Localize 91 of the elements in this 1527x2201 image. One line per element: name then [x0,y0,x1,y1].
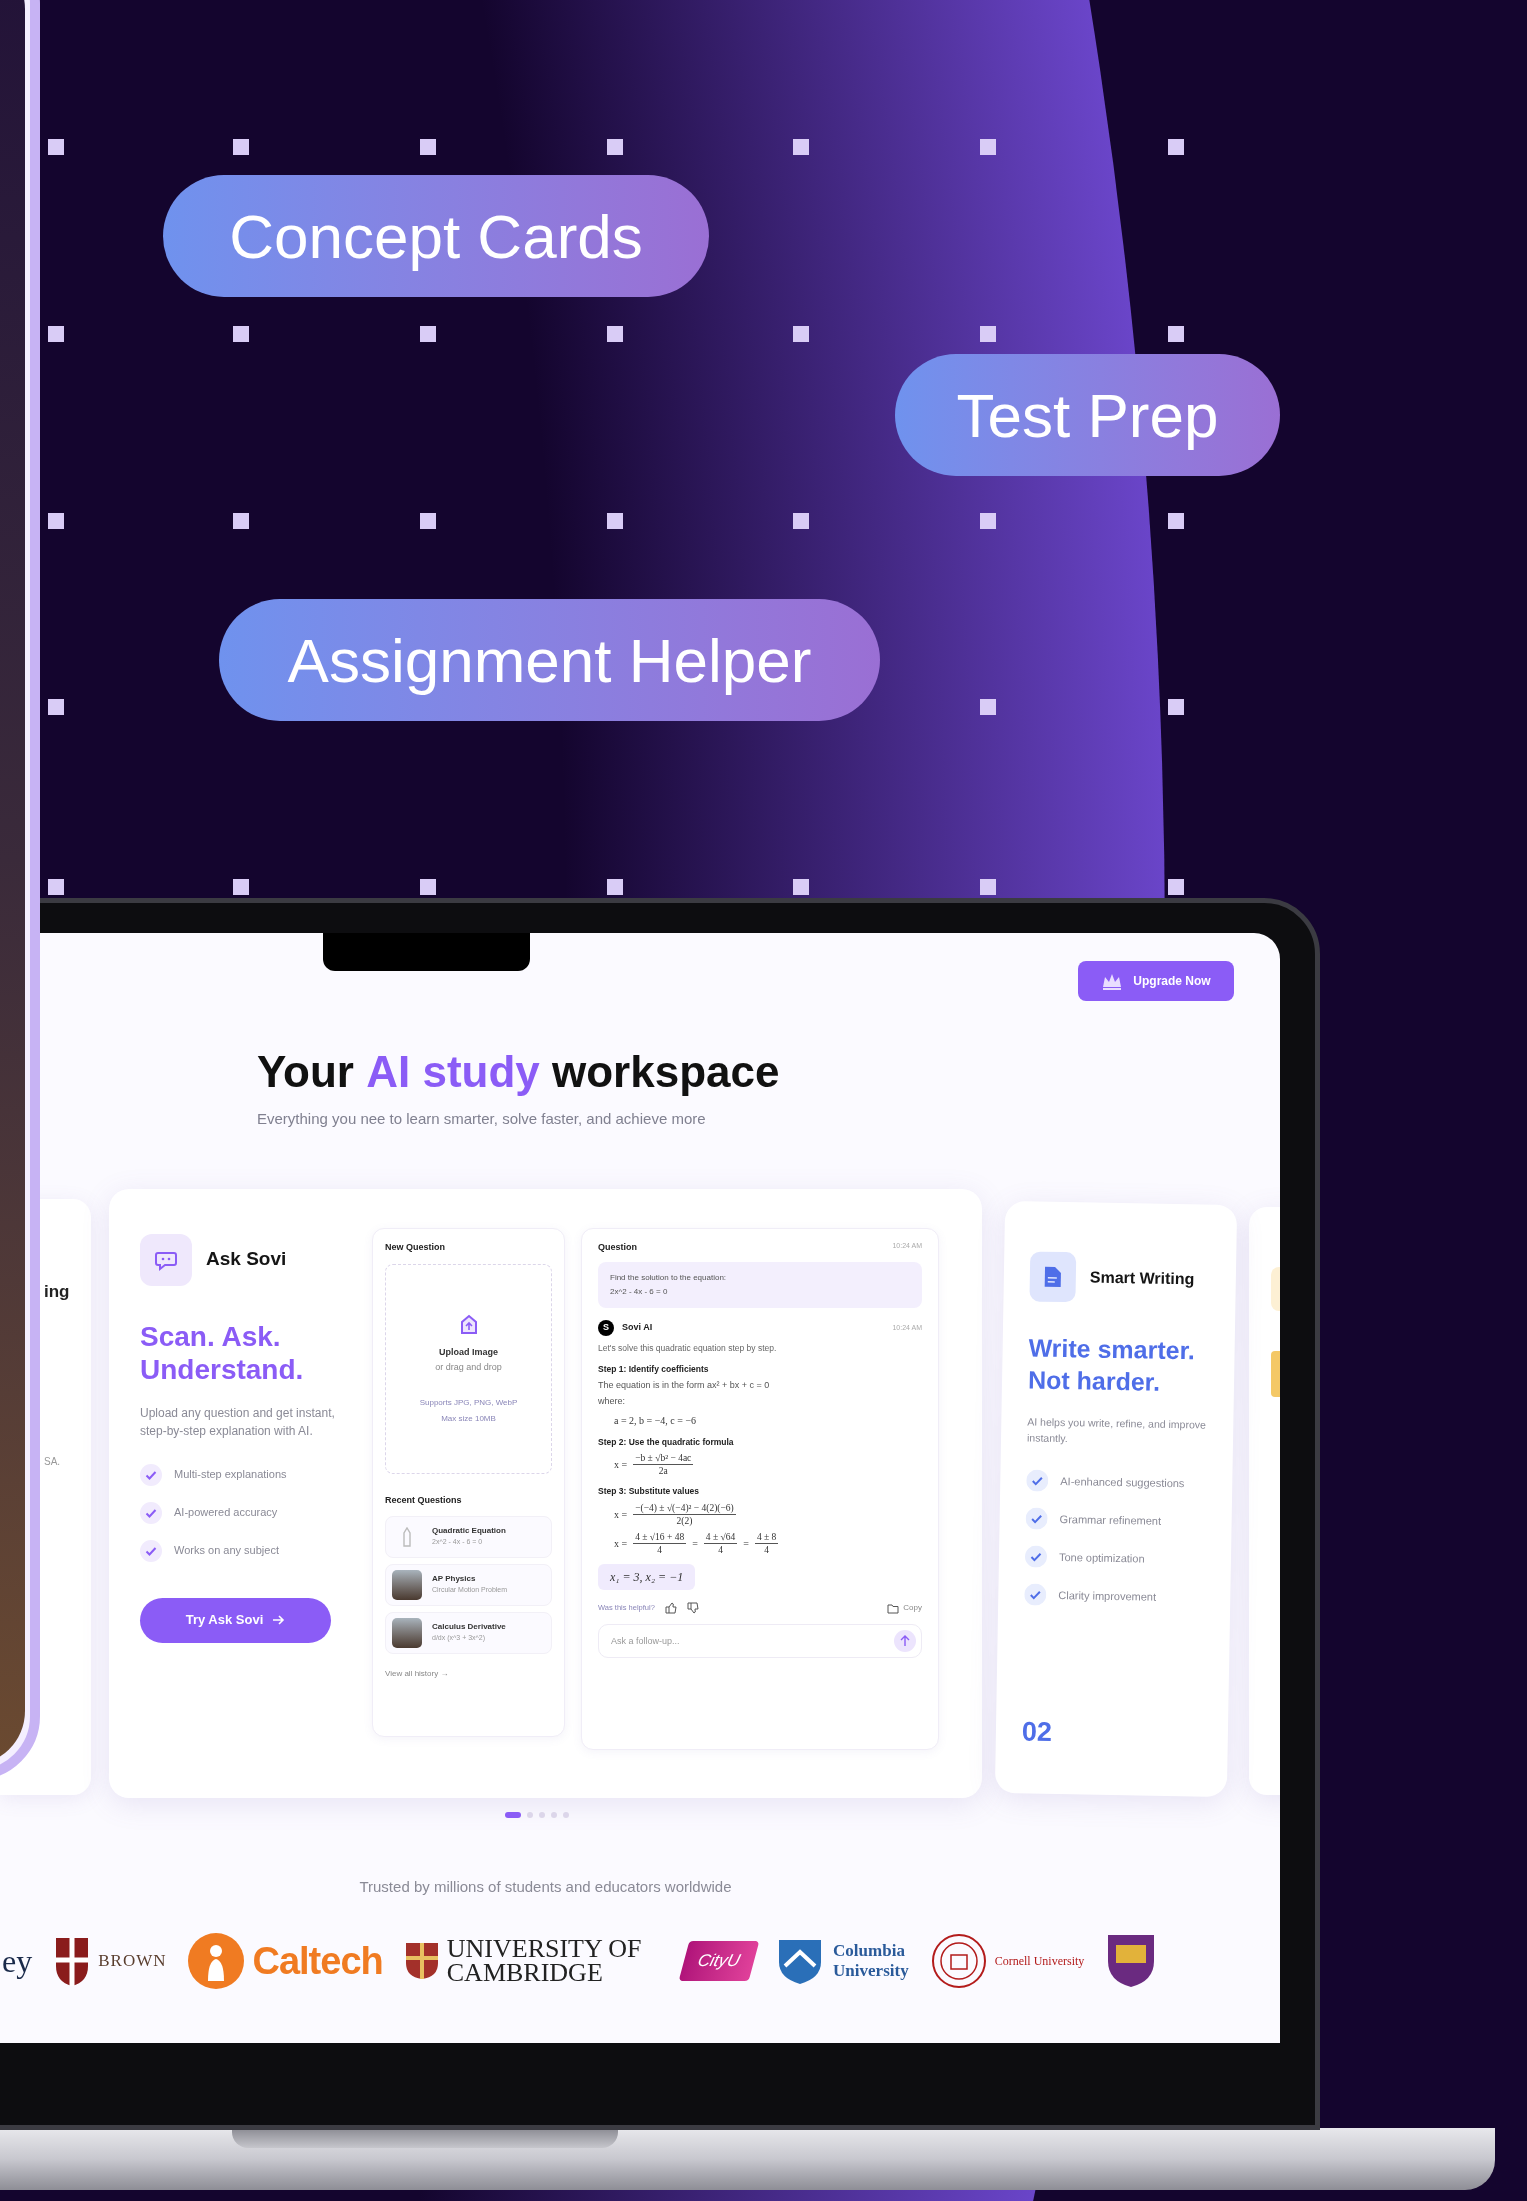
logo-wordmark: Cornell University [994,1953,1085,1970]
heading-text: workspace [551,1046,780,1098]
logo-wordmark: ey [2,1942,33,1981]
upload-title: Upload Image [439,1345,498,1359]
check-icon [1025,1506,1048,1530]
upload-hint: or drag and drop [435,1361,502,1374]
upload-icon [458,1313,479,1334]
card-title: Ask Sovi [206,1247,287,1272]
feature-text: Grammar refinement [1059,1511,1162,1529]
thumbs-down-button[interactable] [686,1602,699,1614]
bot-avatar: S [598,1320,614,1336]
panel-title: New Question [385,1240,446,1254]
question-bubble: Find the solution to the equation: 2x^2 - 4x - 6 = 0 [598,1262,922,1308]
math-text: = [743,1537,749,1551]
thumbs-up-button[interactable] [664,1602,677,1614]
feature-text: AI-powered accuracy [174,1505,278,1521]
logo-wordmark: CityU [678,1941,759,1981]
try-ask-sovi-button[interactable]: Try Ask Sovi [140,1597,331,1643]
check-icon [1024,1544,1048,1568]
arrow-right-icon [273,1615,286,1625]
math-fraction: 4 ± √64 4 [703,1531,738,1556]
check-icon [140,1501,162,1524]
logo-wordmark: BROWN [98,1950,167,1973]
logo-wordmark: UNIVERSITY OF CAMBRIDGE [446,1937,642,1985]
figure-emblem-icon [188,1933,245,1989]
check-icon [1026,1468,1049,1492]
question-title: AP Physics [432,1573,477,1586]
card-description: Upload any question and get instant, step-by-step explanation with AI. [140,1404,336,1440]
pencil-icon [403,1526,411,1547]
feature-text: AI-enhanced suggestions [1060,1473,1185,1491]
document-page-icon [1043,1265,1063,1288]
math-fraction: −b ± √b² − 4ac 2a [633,1452,694,1478]
arrow-up-icon [900,1635,910,1647]
logo-wordmark: Caltech [252,1938,383,1984]
logo-wordmark: Columbia University [833,1941,909,1981]
math-fraction: −(−4) ± √(−4)² − 4(2)(−6) 2(2) [633,1502,736,1527]
card-headline: Scan. Ask. Understand. [140,1319,305,1386]
card-description: AI helps you write, refine, and improve instantly. [1026,1413,1207,1447]
upload-dropzone[interactable]: Upload Image or drag and drop Supports JPG, PNG, WebP Max size 10MB [385,1264,552,1474]
thumbs-up-icon [664,1602,677,1614]
message-text: where: [598,1395,626,1408]
upgrade-button[interactable]: Upgrade Now [1078,961,1234,1001]
step-heading: Step 3: Substitute values [598,1485,701,1498]
section-title: Recent Questions [385,1494,463,1507]
folder-icon [887,1602,900,1614]
trusted-by-text: Trusted by millions of students and educators worldwide [359,1876,732,1897]
check-icon [140,1539,162,1562]
shield-crest-icon [1106,1933,1157,1989]
card-title: ing [44,1280,71,1303]
question-title: Calculus Derivative [432,1621,506,1634]
photo-placeholder [392,1569,422,1600]
upload-formats: Supports JPG, PNG, WebP [419,1396,518,1409]
feature-pill: Test Prep [895,354,1280,476]
check-icon [140,1463,162,1486]
math-text: = [692,1537,698,1551]
thumbs-down-icon [686,1602,699,1614]
feature-text: Clarity improvement [1058,1587,1157,1604]
card-text: SA. [44,1455,62,1469]
panel-title: Question [598,1240,637,1254]
upload-size: Max size 10MB [441,1412,496,1425]
message-text: Let's solve this quadratic equation step by step. [598,1342,778,1355]
math-text: x = [614,1458,628,1473]
feature-pill: Assignment Helper [219,599,880,721]
math-fraction: 4 ± 8 4 [754,1531,779,1556]
math-fraction: 4 ± √16 + 48 4 [633,1531,687,1556]
math-text: a = 2, b = −4, c = −6 [614,1413,697,1428]
card-number: 02 [1021,1714,1054,1748]
copy-button[interactable]: Copy [887,1602,922,1614]
heading-text: Your [257,1046,355,1098]
follow-up-field[interactable]: Ask a follow-up... [598,1624,922,1658]
math-text: x = [614,1508,628,1522]
feature-text: Tone optimization [1058,1549,1145,1566]
check-icon [1024,1582,1047,1606]
seal-icon [930,1933,987,1989]
bot-name: Sovi AI [622,1321,653,1335]
view-history-link[interactable]: View all history → [385,1667,552,1680]
step-heading: Step 2: Use the quadratic formula [598,1435,735,1449]
feature-text: Works on any subject [174,1543,279,1559]
shield-crest-icon [404,1942,439,1980]
message-text: The equation is in the form ax² + bx + c = 0 [598,1378,771,1392]
page-subtitle: Everything you nee to learn smarter, solve faster, and achieve more [257,1109,707,1129]
step-heading: Step 1: Identify coefficients [598,1362,710,1376]
heading-text: AI study [366,1046,540,1098]
feature-text: Multi-step explanations [174,1467,287,1483]
feature-pill: Concept Cards [163,175,709,297]
card-title: Smart Writing [1089,1267,1195,1290]
photo-placeholder [392,1617,422,1648]
answer-highlight: x₁ = 3, x₂ = −1 [598,1564,696,1590]
math-text: x = [614,1537,628,1551]
question-title: Quadratic Equation [432,1525,506,1538]
card-headline: Write smarter. Not harder. [1027,1331,1197,1398]
